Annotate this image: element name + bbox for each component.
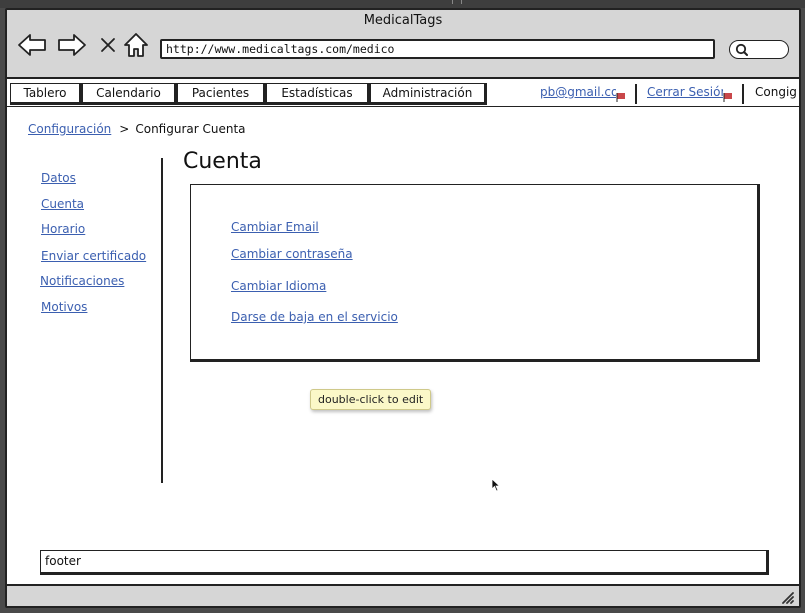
mouse-cursor-icon	[491, 478, 501, 492]
sidebar-item-motivos[interactable]: Motivos	[41, 300, 87, 314]
screen-top-strip	[0, 0, 805, 8]
sidebar-item-enviar-certificado[interactable]: Enviar certificado	[41, 249, 146, 263]
resize-notch	[452, 0, 462, 4]
tab-tablero[interactable]: Tablero	[10, 83, 82, 105]
flag-icon	[616, 93, 625, 102]
breadcrumb-current: Configurar Cuenta	[135, 122, 246, 136]
app-title: MedicalTags	[363, 13, 443, 28]
footer: footer	[40, 550, 769, 575]
main-nav: Tablero Calendario Pacientes Estadística…	[7, 81, 799, 107]
forward-button[interactable]	[57, 32, 87, 58]
sidebar-item-horario[interactable]: Horario	[41, 222, 85, 236]
tab-estadisticas[interactable]: Estadísticas	[266, 83, 370, 105]
browser-titlebar: MedicalTags http://www.medicaltags.com/m…	[7, 10, 799, 79]
status-bar	[7, 584, 799, 606]
url-input[interactable]: http://www.medicaltags.com/medico	[160, 39, 715, 59]
flag-icon	[723, 93, 732, 102]
breadcrumb-parent[interactable]: Configuración	[28, 122, 111, 136]
config-link[interactable]: Congig	[755, 85, 797, 99]
sidebar-divider	[161, 158, 163, 483]
unsubscribe-link[interactable]: Darse de baja en el servicio	[231, 310, 398, 324]
tab-pacientes[interactable]: Pacientes	[177, 83, 266, 105]
change-password-link[interactable]: Cambiar contraseña	[231, 247, 353, 261]
change-language-link[interactable]: Cambiar Idioma	[231, 279, 326, 293]
sidebar-item-cuenta[interactable]: Cuenta	[41, 197, 84, 211]
tab-administracion[interactable]: Administración	[370, 83, 487, 105]
change-email-link[interactable]: Cambiar Email	[231, 220, 319, 234]
sidebar-item-notificaciones[interactable]: Notificaciones	[40, 274, 124, 288]
browser-window: MedicalTags http://www.medicaltags.com/m…	[5, 8, 801, 608]
edit-tooltip: double-click to edit	[310, 389, 432, 410]
home-button[interactable]	[121, 32, 151, 58]
tab-calendario[interactable]: Calendario	[82, 83, 177, 105]
topbar-divider	[742, 84, 744, 104]
page-title: Cuenta	[183, 149, 262, 174]
account-panel	[190, 184, 760, 362]
sidebar-item-datos[interactable]: Datos	[41, 171, 76, 185]
user-email-link[interactable]: pb@gmail.con	[540, 85, 616, 99]
close-icon	[101, 38, 115, 52]
stop-button[interactable]	[93, 32, 123, 58]
topbar-divider	[635, 84, 637, 104]
back-button[interactable]	[17, 32, 47, 58]
resize-grip-icon[interactable]	[780, 590, 794, 604]
arrow-right-icon	[58, 34, 86, 56]
home-icon	[124, 33, 148, 57]
logout-link[interactable]: Cerrar Sesión	[647, 85, 723, 99]
breadcrumb: Configuración > Configurar Cuenta	[28, 122, 246, 136]
search-icon	[735, 43, 748, 56]
arrow-left-icon	[18, 34, 46, 56]
search-box[interactable]	[729, 40, 789, 59]
chevron-right-icon: >	[119, 122, 130, 136]
